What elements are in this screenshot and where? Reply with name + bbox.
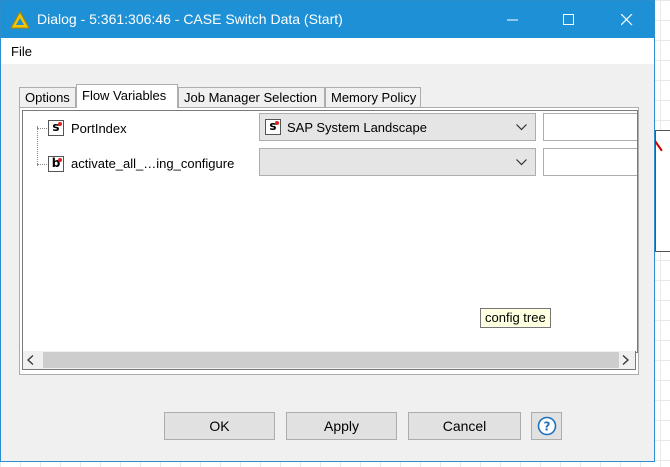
selected-variable: SAP System Landscape <box>287 120 427 135</box>
scroll-left-icon[interactable] <box>27 355 34 365</box>
boolean-variable-icon: b <box>48 156 64 172</box>
flow-variables-panel: s PortIndex s SAP System Landscape b act… <box>19 107 639 375</box>
apply-button[interactable]: Apply <box>286 412 397 440</box>
tooltip: config tree <box>480 308 551 328</box>
menu-bar: File <box>1 38 654 64</box>
dialog-window: Dialog - 5:361:306:46 - CASE Switch Data… <box>0 0 655 462</box>
string-variable-icon: s <box>265 119 281 135</box>
tree-connector <box>37 128 47 129</box>
string-variable-icon: s <box>48 120 64 136</box>
svg-text:?: ? <box>544 420 551 434</box>
output-variable-input-portindex[interactable] <box>543 113 637 141</box>
variable-select-activate-all[interactable] <box>259 148 536 176</box>
minimize-button[interactable] <box>490 1 536 38</box>
dialog-content: Options Flow Variables Job Manager Selec… <box>1 64 654 461</box>
tree-connector <box>37 164 47 165</box>
chevron-down-icon <box>516 159 527 166</box>
output-variable-input-activate-all[interactable] <box>543 148 637 176</box>
knime-triangle-icon <box>10 10 30 29</box>
tree-connector <box>37 126 38 166</box>
variable-name-activate-all: activate_all_…ing_configure <box>71 156 235 171</box>
close-button[interactable] <box>604 1 650 38</box>
ok-button[interactable]: OK <box>164 412 275 440</box>
maximize-button[interactable] <box>546 1 592 38</box>
help-button[interactable]: ? <box>531 412 562 440</box>
menu-file[interactable]: File <box>11 44 32 59</box>
close-icon <box>621 14 633 26</box>
scroll-right-icon[interactable] <box>622 355 629 365</box>
tab-options[interactable]: Options <box>19 87 76 107</box>
window-title: Dialog - 5:361:306:46 - CASE Switch Data… <box>37 11 343 27</box>
tab-memory-policy[interactable]: Memory Policy <box>325 87 421 107</box>
variable-select-portindex[interactable]: s SAP System Landscape <box>259 113 536 141</box>
help-icon: ? <box>537 416 557 436</box>
background-node <box>655 130 670 252</box>
scrollbar-thumb[interactable] <box>43 352 619 368</box>
title-bar[interactable]: Dialog - 5:361:306:46 - CASE Switch Data… <box>1 1 654 38</box>
maximize-icon <box>563 14 574 25</box>
minimize-icon <box>507 19 518 21</box>
tab-flow-variables[interactable]: Flow Variables <box>76 84 178 108</box>
cancel-button[interactable]: Cancel <box>408 412 521 440</box>
horizontal-scrollbar[interactable] <box>22 351 636 370</box>
tab-job-manager-selection[interactable]: Job Manager Selection <box>178 87 325 107</box>
variable-name-portindex: PortIndex <box>71 121 127 136</box>
chevron-down-icon <box>516 124 527 131</box>
